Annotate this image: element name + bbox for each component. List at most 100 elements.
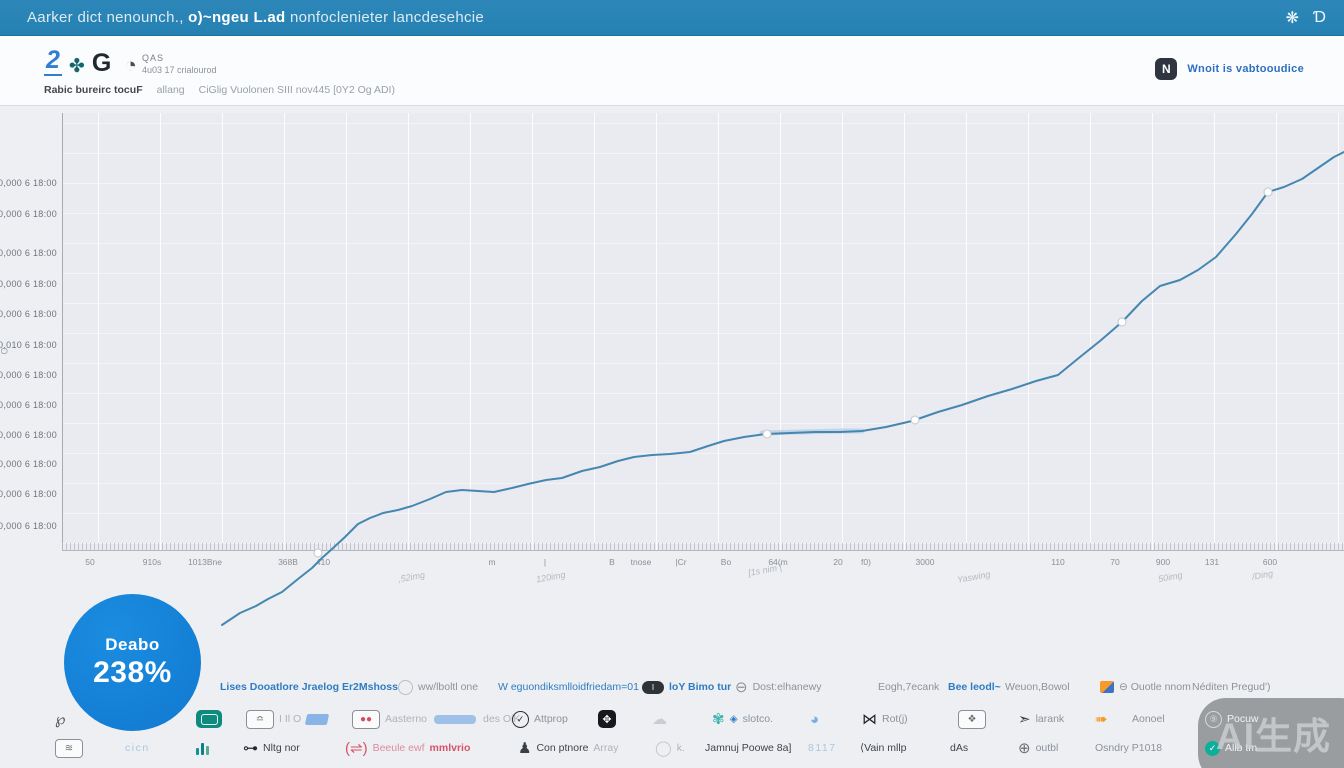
leaf-icon: ✾ bbox=[712, 710, 725, 728]
connector-label: Nltg nor bbox=[263, 742, 300, 754]
orange-blue-swatch-icon bbox=[1100, 681, 1114, 693]
shuffle-tool[interactable]: ✥ bbox=[598, 708, 616, 730]
connector-tool[interactable]: ⊶ Nltg nor bbox=[243, 737, 300, 759]
osndry-label: Osndry P1018 bbox=[1095, 742, 1162, 754]
allb-label: Allb tm bbox=[1225, 742, 1257, 754]
signature-stamp[interactable]: ℘ bbox=[55, 708, 65, 730]
red-arrows-icon: (⇌) bbox=[345, 739, 368, 757]
chart-annotation: ,52img bbox=[397, 570, 425, 585]
cloud-tool[interactable]: ☁ bbox=[652, 708, 667, 730]
note-label: I Il O bbox=[279, 713, 301, 725]
power-label: Jamnuj Poowe 8a] bbox=[705, 742, 791, 754]
compare-tool[interactable]: ♟ Con ptnore Array bbox=[518, 737, 619, 759]
focus-label: Pocuw bbox=[1227, 713, 1259, 725]
sketch-card-tool[interactable]: ≋ bbox=[55, 737, 83, 759]
approve-label: Attprop bbox=[534, 713, 568, 725]
legend-item-minus[interactable]: ⊖ Dost:elhanewy bbox=[735, 679, 821, 695]
chart-legend: Lises Dooatlore Jraelog Er2Mshoss ww/lbol… bbox=[0, 679, 1344, 695]
alert-label-2: mmlvrio bbox=[430, 742, 471, 754]
help-mllp-tool[interactable]: ⟨Vain mllp bbox=[860, 737, 907, 759]
blue-flag-icon bbox=[305, 714, 329, 725]
das-tool[interactable]: dAs bbox=[950, 737, 968, 759]
code-tool[interactable]: 8117 bbox=[808, 737, 837, 759]
red-dots-card-icon: ●● bbox=[352, 710, 380, 729]
mllp-label: ⟨Vain mllp bbox=[860, 742, 907, 754]
swoosh-icon: ➠ bbox=[1095, 710, 1108, 728]
circle-label: k. bbox=[677, 742, 685, 754]
legend-label: Dost:elhanewy bbox=[753, 681, 822, 693]
shield-icon: ◈ bbox=[730, 713, 738, 725]
check-circle-icon: ✓ bbox=[512, 711, 529, 728]
allb-tool[interactable]: ✓Allb tm bbox=[1205, 737, 1257, 759]
legend-item-radio[interactable]: ww/lboltl one bbox=[398, 679, 478, 695]
aonoel-tool[interactable]: Aonoel bbox=[1132, 708, 1165, 730]
das-label: dAs bbox=[950, 742, 968, 754]
compare-label: Con ptnore bbox=[536, 742, 588, 754]
axis-annotations: ,52img120img[1s nim |Yaswing50img/Ding bbox=[0, 0, 1344, 640]
bar-chart-icon bbox=[196, 741, 209, 755]
legend-label: Lises Dooatlore Jraelog Er2Mshoss bbox=[220, 681, 398, 693]
pie-tool[interactable]: ◕ bbox=[810, 708, 819, 730]
record-label: Aasterno bbox=[385, 713, 427, 725]
array-label: Array bbox=[593, 742, 618, 754]
legend-label: Néditen Pregud') bbox=[1192, 681, 1270, 693]
rotate-label: Rot(j) bbox=[882, 713, 908, 725]
signature-icon: ℘ bbox=[55, 710, 65, 728]
rank-tool[interactable]: ➣ larank bbox=[1018, 708, 1064, 730]
legend-label: ww/lboltl one bbox=[418, 681, 478, 693]
screen-tool[interactable] bbox=[196, 708, 222, 730]
alert-label: Beeule ewf bbox=[373, 742, 425, 754]
alert-tool[interactable]: (⇌) Beeule ewf mmlvrio bbox=[345, 737, 470, 759]
chart-annotation: 120img bbox=[535, 570, 566, 585]
note-card-tool[interactable]: ≏ I Il O bbox=[246, 708, 328, 730]
power-tool[interactable]: Jamnuj Poowe 8a] bbox=[705, 737, 791, 759]
legend-label: Weuon,Bowol bbox=[1005, 681, 1070, 693]
swoosh-tool[interactable]: ➠ bbox=[1095, 708, 1108, 730]
arrows-dark-icon: ✥ bbox=[598, 710, 616, 728]
legend-item-link[interactable]: W eguondiksmlloidfriedam=01 bbox=[498, 679, 639, 695]
security-label: slotco. bbox=[743, 713, 773, 725]
globe-tool[interactable]: ⊕ outbl bbox=[1018, 737, 1058, 759]
sketch-card-icon: ≋ bbox=[55, 739, 83, 758]
kpi-title: Deabo bbox=[105, 635, 159, 655]
rank-label: larank bbox=[1036, 713, 1065, 725]
circle-outline-icon: ◯ bbox=[655, 739, 672, 757]
plug-icon: ⊶ bbox=[243, 739, 258, 757]
chart-annotation: [1s nim | bbox=[747, 562, 782, 578]
person-icon: ♟ bbox=[518, 739, 531, 757]
circle-tool[interactable]: ◯ k. bbox=[655, 737, 685, 759]
globe-icon: ⊕ bbox=[1018, 739, 1031, 757]
app-window: Aarker dict nenounch., o)~ngeu L.ad nonf… bbox=[0, 0, 1344, 768]
bird-icon: ➣ bbox=[1018, 710, 1031, 728]
legend-item-8[interactable]: Weuon,Bowol bbox=[1005, 679, 1070, 695]
stats-tool[interactable] bbox=[196, 737, 209, 759]
glyph-card-tool[interactable]: ❖ bbox=[958, 708, 986, 730]
approve-tool[interactable]: ✓ Attprop bbox=[512, 708, 568, 730]
osndry-tool[interactable]: Osndry P1018 bbox=[1095, 737, 1162, 759]
security-tool[interactable]: ✾ ◈ slotco. bbox=[712, 708, 773, 730]
recording-card-tool[interactable]: ●●Aasternodes OiK bbox=[352, 708, 520, 730]
circled-nine-icon: ⑨ bbox=[1205, 711, 1222, 728]
globe-label: outbl bbox=[1036, 742, 1059, 754]
legend-label: Bee leodl~ bbox=[948, 681, 1001, 693]
legend-item-quote[interactable]: ⊖ Ouotle nnom bbox=[1100, 679, 1191, 695]
chart-annotation: 50img bbox=[1157, 570, 1183, 584]
blue-progress-bar bbox=[434, 715, 476, 724]
code-label: 8117 bbox=[808, 742, 837, 754]
legend-series-primary[interactable]: Lises Dooatlore Jraelog Er2Mshoss bbox=[220, 679, 398, 695]
bowtie-icon: ⋈ bbox=[862, 710, 877, 728]
legend-label: ⊖ Ouotle nnom bbox=[1119, 681, 1191, 693]
cicn-label: cicn bbox=[125, 742, 150, 754]
chart-annotation: Yaswing bbox=[956, 569, 991, 585]
legend-item-toggle[interactable]: IloY Bimo tur bbox=[642, 679, 731, 695]
y-axis-side-label: O bbox=[0, 347, 10, 354]
rotate-tool[interactable]: ⋈ Rot(j) bbox=[862, 708, 908, 730]
legend-item-6[interactable]: Eogh,7ecank bbox=[878, 679, 939, 695]
legend-item-7[interactable]: Bee leodl~ bbox=[948, 679, 1001, 695]
pencil-card-icon: ≏ bbox=[246, 710, 274, 729]
cicn-tool[interactable]: cicn bbox=[125, 737, 150, 759]
circle-minus-icon: ⊖ bbox=[735, 678, 748, 696]
legend-item-10[interactable]: Néditen Pregud') bbox=[1192, 679, 1270, 695]
teal-screen-icon bbox=[196, 710, 222, 728]
focus-tool[interactable]: ⑨ Pocuw bbox=[1205, 708, 1259, 730]
